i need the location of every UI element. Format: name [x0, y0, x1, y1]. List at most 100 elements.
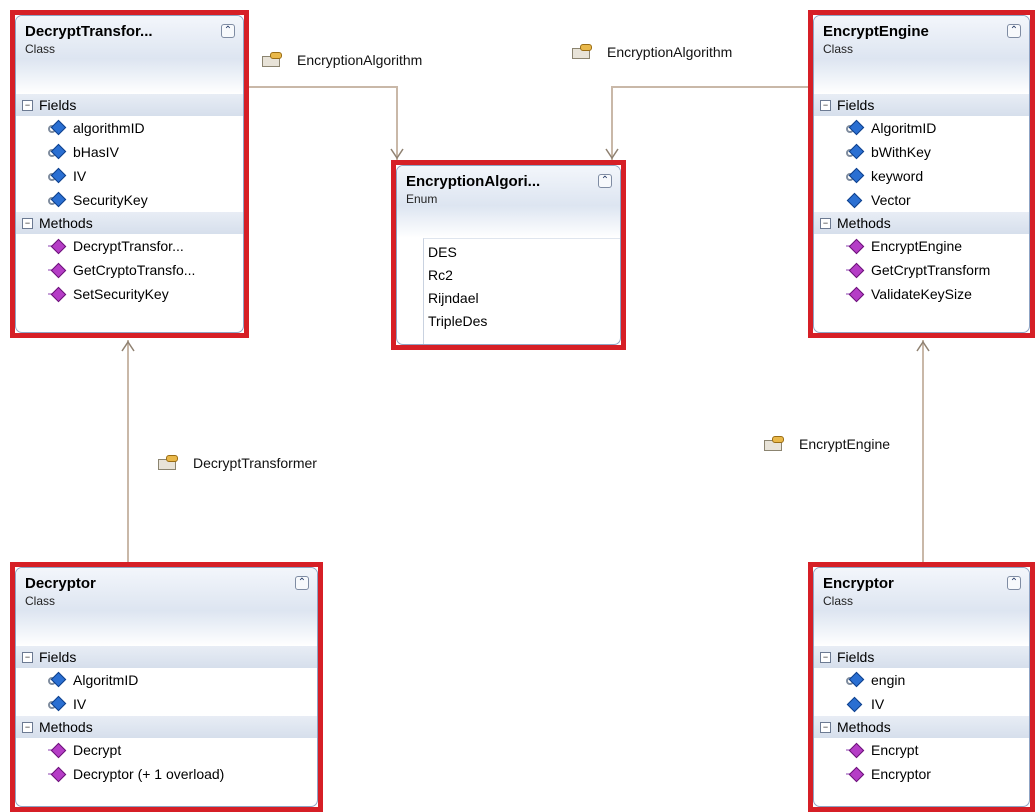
method-icon: [48, 238, 67, 255]
field-item[interactable]: AlgoritmID: [814, 116, 1029, 140]
collapse-chevron-up-icon[interactable]: ⌃: [1007, 24, 1021, 38]
class-header[interactable]: EncryptEngine Class ⌃: [814, 16, 1029, 94]
connector-decrypttransformer-to-enum: [246, 86, 398, 160]
enum-value[interactable]: TripleDes: [424, 310, 620, 333]
section-label: Methods: [39, 215, 93, 231]
field-item[interactable]: IV: [16, 164, 243, 188]
field-item[interactable]: IV: [814, 692, 1029, 716]
class-kind: Class: [823, 42, 854, 56]
method-icon: [846, 286, 865, 303]
field-icon: [48, 191, 67, 208]
enum-value[interactable]: Rijndael: [424, 287, 620, 310]
field-label: IV: [73, 168, 87, 184]
field-icon: [846, 167, 865, 184]
method-item[interactable]: EncryptEngine: [814, 234, 1029, 258]
field-item[interactable]: bWithKey: [814, 140, 1029, 164]
field-label: engin: [871, 672, 906, 688]
method-item[interactable]: DecryptTransfor...: [16, 234, 243, 258]
method-label: GetCryptoTransfo...: [73, 262, 196, 278]
method-label: Encrypt: [871, 742, 919, 758]
field-icon: [48, 119, 67, 136]
method-item[interactable]: Encrypt: [814, 738, 1029, 762]
methods-section-header[interactable]: − Methods: [16, 716, 317, 738]
method-label: Decrypt: [73, 742, 122, 758]
field-label: Vector: [871, 192, 911, 208]
class-header[interactable]: DecryptTransfor... Class ⌃: [16, 16, 243, 94]
class-decryptor[interactable]: Decryptor Class ⌃ − Fields AlgoritmID IV…: [10, 562, 323, 812]
collapse-chevron-up-icon[interactable]: ⌃: [598, 174, 612, 188]
class-encryptor[interactable]: Encryptor Class ⌃ − Fields engin IV − Me…: [808, 562, 1035, 812]
field-label: SecurityKey: [73, 192, 148, 208]
property-icon: [572, 44, 594, 60]
methods-section-header[interactable]: − Methods: [16, 212, 243, 234]
association-label-right[interactable]: EncryptionAlgorithm: [572, 44, 732, 60]
method-item[interactable]: GetCryptTransform: [814, 258, 1029, 282]
collapse-chevron-up-icon[interactable]: ⌃: [1007, 576, 1021, 590]
class-header[interactable]: Decryptor Class ⌃: [16, 568, 317, 646]
class-encryptengine[interactable]: EncryptEngine Class ⌃ − Fields AlgoritmI…: [808, 10, 1035, 338]
class-name: Encryptor: [823, 575, 894, 592]
property-icon: [158, 455, 180, 471]
field-item[interactable]: keyword: [814, 164, 1029, 188]
method-label: GetCryptTransform: [871, 262, 991, 278]
field-item[interactable]: bHasIV: [16, 140, 243, 164]
minus-icon[interactable]: −: [820, 721, 831, 733]
section-label: Fields: [837, 97, 875, 113]
field-label: keyword: [871, 168, 924, 184]
fields-section-header[interactable]: − Fields: [16, 94, 243, 116]
method-item[interactable]: ValidateKeySize: [814, 282, 1029, 306]
method-item[interactable]: GetCryptoTransfo...: [16, 258, 243, 282]
class-header[interactable]: Encryptor Class ⌃: [814, 568, 1029, 646]
minus-icon[interactable]: −: [820, 217, 831, 229]
field-icon: [48, 695, 67, 712]
association-label-decrypttransformer[interactable]: DecryptTransformer: [158, 455, 317, 471]
property-icon: [262, 52, 284, 68]
field-item[interactable]: Vector: [814, 188, 1029, 212]
fields-section-header[interactable]: − Fields: [814, 94, 1029, 116]
method-item[interactable]: Decrypt: [16, 738, 317, 762]
methods-section-header[interactable]: − Methods: [814, 212, 1029, 234]
class-kind: Class: [25, 42, 56, 56]
collapse-chevron-up-icon[interactable]: ⌃: [221, 24, 235, 38]
connector-encryptengine-to-enum: [611, 86, 812, 160]
enum-value[interactable]: DES: [424, 241, 620, 264]
method-item[interactable]: SetSecurityKey: [16, 282, 243, 306]
field-label: bWithKey: [871, 144, 931, 160]
method-icon: [48, 286, 67, 303]
association-label-encryptengine[interactable]: EncryptEngine: [764, 436, 890, 452]
enum-value[interactable]: Rc2: [424, 264, 620, 287]
field-label: IV: [73, 696, 87, 712]
minus-icon[interactable]: −: [820, 99, 831, 111]
class-kind: Class: [25, 594, 56, 608]
field-item[interactable]: algorithmID: [16, 116, 243, 140]
fields-section-header[interactable]: − Fields: [16, 646, 317, 668]
association-label-left[interactable]: EncryptionAlgorithm: [262, 52, 422, 68]
class-name: Decryptor: [25, 575, 96, 592]
field-item[interactable]: engin: [814, 668, 1029, 692]
method-item[interactable]: Encryptor: [814, 762, 1029, 786]
minus-icon[interactable]: −: [820, 651, 831, 663]
collapse-chevron-up-icon[interactable]: ⌃: [295, 576, 309, 590]
association-label-text: EncryptionAlgorithm: [607, 44, 733, 60]
association-label-text: DecryptTransformer: [193, 455, 317, 471]
minus-icon[interactable]: −: [22, 217, 33, 229]
section-label: Methods: [837, 719, 891, 735]
method-label: Decryptor (+ 1 overload): [73, 766, 225, 782]
field-item[interactable]: SecurityKey: [16, 188, 243, 212]
enum-header[interactable]: EncryptionAlgori... Enum ⌃: [397, 166, 620, 238]
minus-icon[interactable]: −: [22, 721, 33, 733]
method-icon: [846, 766, 865, 783]
enum-encryptionalgorithm[interactable]: EncryptionAlgori... Enum ⌃ DES Rc2 Rijnd…: [391, 160, 626, 350]
class-decrypttransformer[interactable]: DecryptTransfor... Class ⌃ − Fields algo…: [10, 10, 249, 338]
field-item[interactable]: IV: [16, 692, 317, 716]
arrowhead-decrypttransformer: [121, 340, 135, 352]
minus-icon[interactable]: −: [22, 651, 33, 663]
field-item[interactable]: AlgoritmID: [16, 668, 317, 692]
fields-section-header[interactable]: − Fields: [814, 646, 1029, 668]
section-label: Methods: [39, 719, 93, 735]
minus-icon[interactable]: −: [22, 99, 33, 111]
method-item[interactable]: Decryptor (+ 1 overload): [16, 762, 317, 786]
methods-section-header[interactable]: − Methods: [814, 716, 1029, 738]
section-label: Fields: [39, 649, 77, 665]
class-kind: Class: [823, 594, 854, 608]
